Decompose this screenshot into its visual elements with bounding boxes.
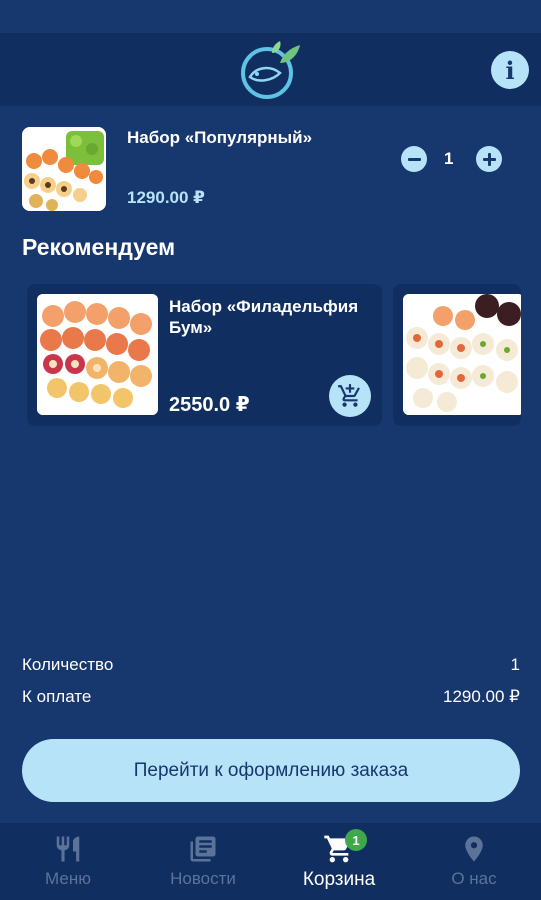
nav-label-news: Новости [170, 869, 236, 888]
checkout-button[interactable]: Перейти к оформлению заказа [22, 739, 520, 802]
nav-label-menu: Меню [45, 869, 91, 888]
nav-label-cart: Корзина [302, 869, 376, 890]
recommendation-title: Набор «Филадельфия Бум» [169, 297, 359, 337]
summary-quantity-value: 1 [510, 655, 520, 674]
summary-quantity-label: Количество [22, 655, 114, 674]
recommendation-price: 2550.0 ₽ [169, 394, 250, 416]
quantity-value: 1 [444, 149, 454, 168]
cart-item-price: 1290.00 ₽ [127, 188, 206, 207]
app-header: i [0, 33, 541, 106]
cart-item-title: Набор «Популярный» [127, 128, 313, 147]
nav-item-cart[interactable]: 1 Корзина [290, 823, 388, 900]
cart-count-badge: 1 [345, 829, 367, 851]
fish-logo-icon [241, 41, 300, 99]
bottom-nav: Меню Новости 1 Корзина О нас [0, 823, 541, 900]
info-button[interactable]: i [491, 51, 529, 89]
status-bar [0, 0, 541, 33]
summary-total-row: К оплате 1290.00 ₽ [22, 687, 520, 707]
recommendation-card-partial[interactable] [393, 284, 521, 426]
info-icon: i [505, 55, 515, 85]
add-to-cart-button[interactable] [329, 375, 371, 417]
newspaper-icon [190, 836, 216, 862]
nav-label-about: О нас [451, 869, 497, 888]
nav-item-about[interactable]: О нас [430, 823, 518, 900]
increase-quantity-button[interactable] [476, 146, 502, 172]
recommendation-image [37, 294, 158, 415]
nav-item-news[interactable]: Новости [158, 823, 248, 900]
location-pin-icon [465, 836, 483, 862]
add-to-cart-icon [338, 384, 360, 407]
summary-total-label: К оплате [22, 687, 92, 706]
cart-item-image [22, 127, 106, 211]
cutlery-icon [56, 836, 80, 862]
nav-item-menu[interactable]: Меню [28, 823, 108, 900]
recommendation-image [403, 294, 521, 415]
recommendations-title: Рекомендуем [22, 234, 176, 260]
recommendation-card[interactable]: Набор «Филадельфия Бум» 2550.0 ₽ [27, 284, 382, 426]
decrease-quantity-button[interactable] [401, 146, 427, 172]
summary-total-value: 1290.00 ₽ [443, 687, 520, 706]
cart-item: Набор «Популярный» 1290.00 ₽ 1 [0, 106, 541, 221]
summary-quantity-row: Количество 1 [22, 655, 520, 675]
